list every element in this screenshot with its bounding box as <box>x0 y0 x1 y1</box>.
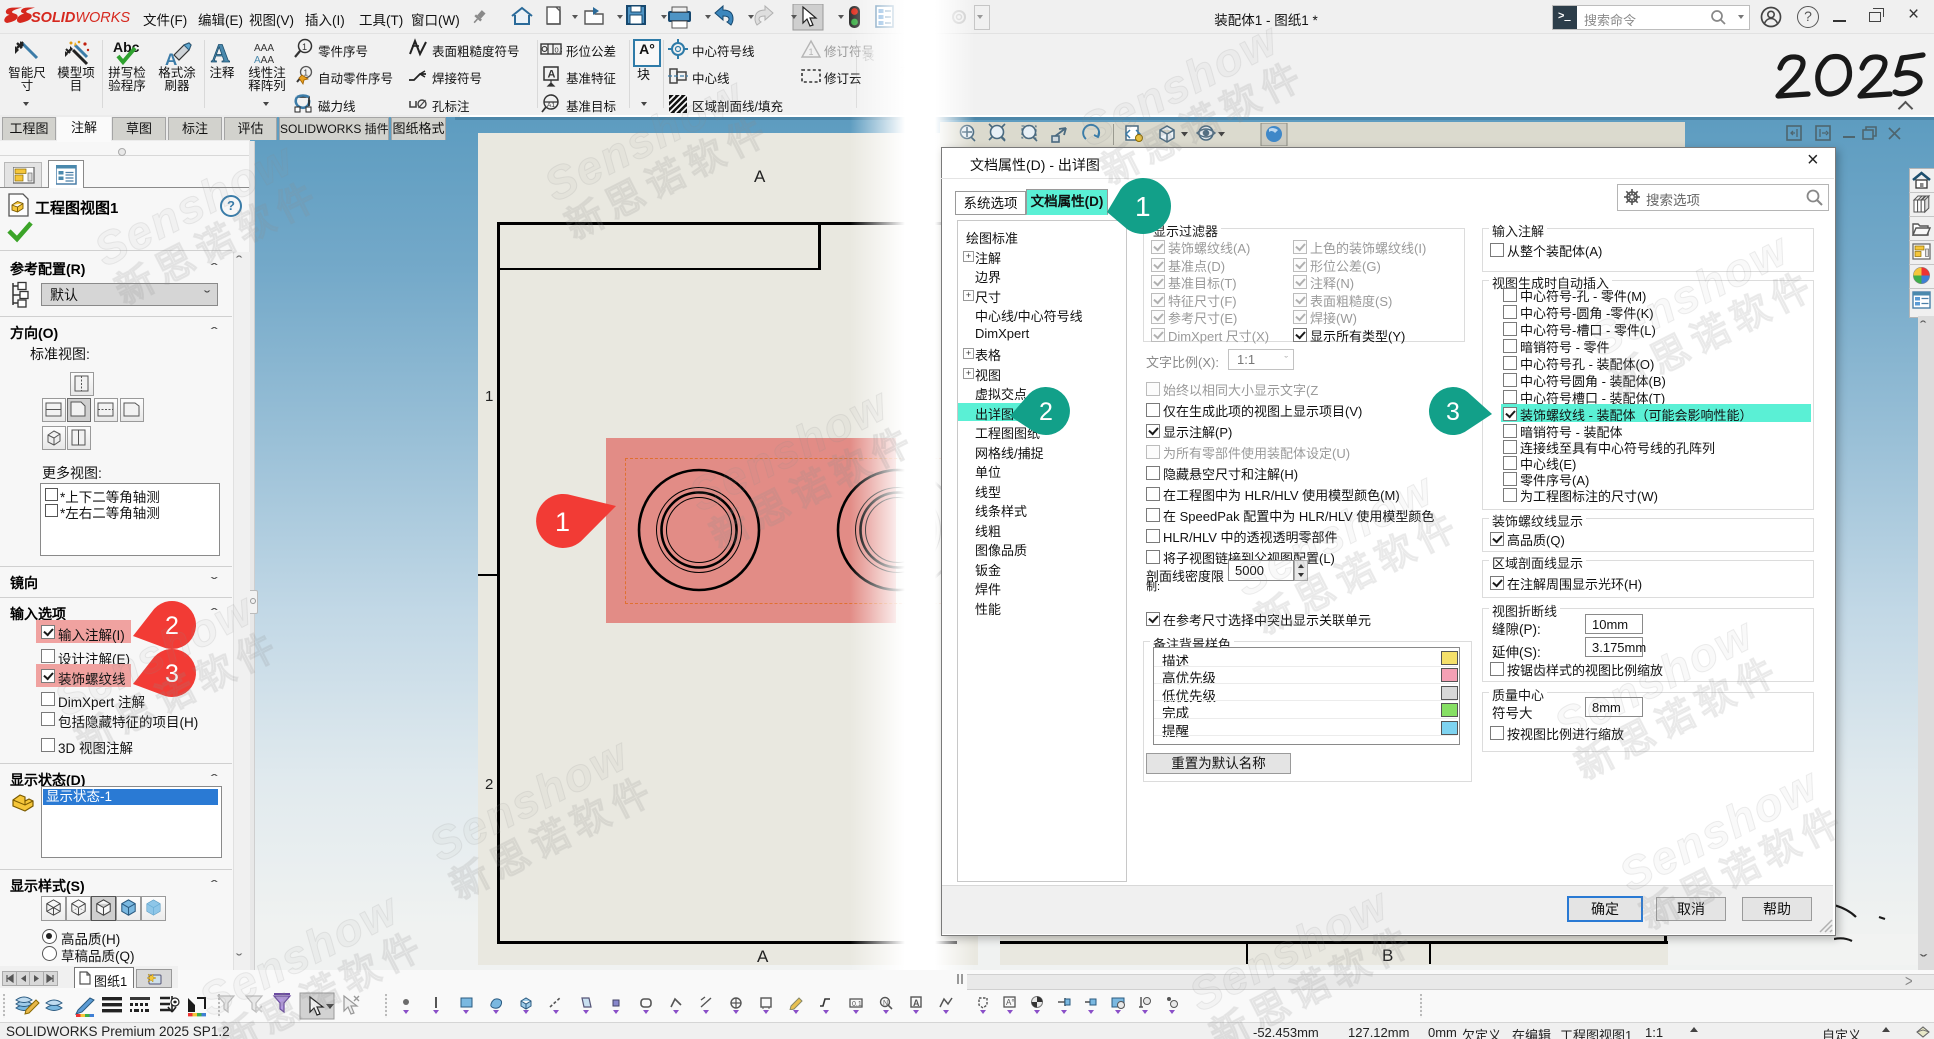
svg-text:1: 1 <box>555 507 570 537</box>
svg-text:2: 2 <box>165 612 179 640</box>
svg-text:3: 3 <box>1446 398 1460 426</box>
svg-text:N: N <box>883 1000 888 1007</box>
svg-text:2: 2 <box>1039 398 1053 426</box>
svg-text:A: A <box>913 998 920 1008</box>
svg-text:A°: A° <box>1006 998 1015 1007</box>
svg-text:3: 3 <box>165 660 179 688</box>
svg-text:1: 1 <box>1135 191 1151 222</box>
svg-text:0.1: 0.1 <box>852 1001 862 1008</box>
